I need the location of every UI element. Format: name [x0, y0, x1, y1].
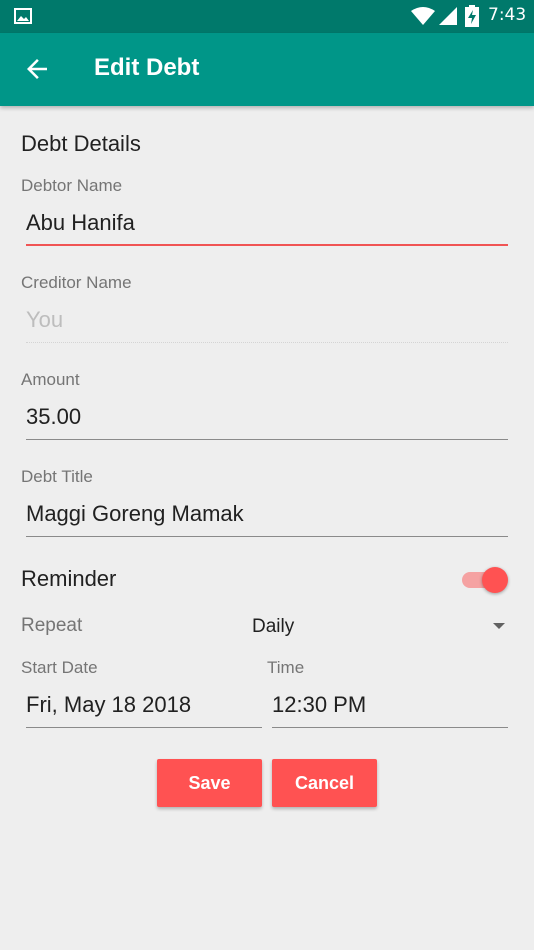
- amount-field[interactable]: 35.00: [26, 400, 508, 440]
- status-bar: 7:43: [0, 0, 534, 33]
- reminder-title: Reminder: [21, 566, 117, 591]
- debt-title-field[interactable]: Maggi Goreng Mamak: [26, 497, 508, 537]
- save-button[interactable]: Save: [157, 759, 262, 807]
- dropdown-arrow-icon: [493, 623, 505, 629]
- time-label: Time: [267, 658, 305, 677]
- switch-thumb: [482, 567, 508, 593]
- signal-icon: [439, 7, 457, 25]
- repeat-label: Repeat: [21, 615, 83, 636]
- battery-charging-icon: [465, 5, 479, 27]
- arrow-back-icon[interactable]: [22, 54, 52, 84]
- wifi-icon: [411, 7, 435, 25]
- reminder-switch[interactable]: [462, 565, 510, 593]
- page-title: Edit Debt: [94, 54, 200, 81]
- repeat-value: Daily: [252, 616, 295, 637]
- app-bar: Edit Debt: [0, 33, 534, 106]
- creditor-name-label: Creditor Name: [21, 273, 132, 292]
- start-date-field[interactable]: Fri, May 18 2018: [26, 688, 262, 728]
- debtor-name-label: Debtor Name: [21, 176, 123, 195]
- time-field[interactable]: 12:30 PM: [272, 688, 508, 728]
- repeat-dropdown[interactable]: Daily: [240, 612, 512, 642]
- creditor-name-field: You: [26, 303, 508, 343]
- debt-title-label: Debt Title: [21, 467, 93, 486]
- status-clock: 7:43: [488, 5, 527, 25]
- start-date-label: Start Date: [21, 658, 98, 677]
- gallery-icon: [14, 8, 32, 24]
- cancel-button[interactable]: Cancel: [272, 759, 377, 807]
- amount-label: Amount: [21, 370, 80, 389]
- section-title-debt-details: Debt Details: [21, 131, 141, 156]
- debtor-name-field[interactable]: Abu Hanifa: [26, 206, 508, 246]
